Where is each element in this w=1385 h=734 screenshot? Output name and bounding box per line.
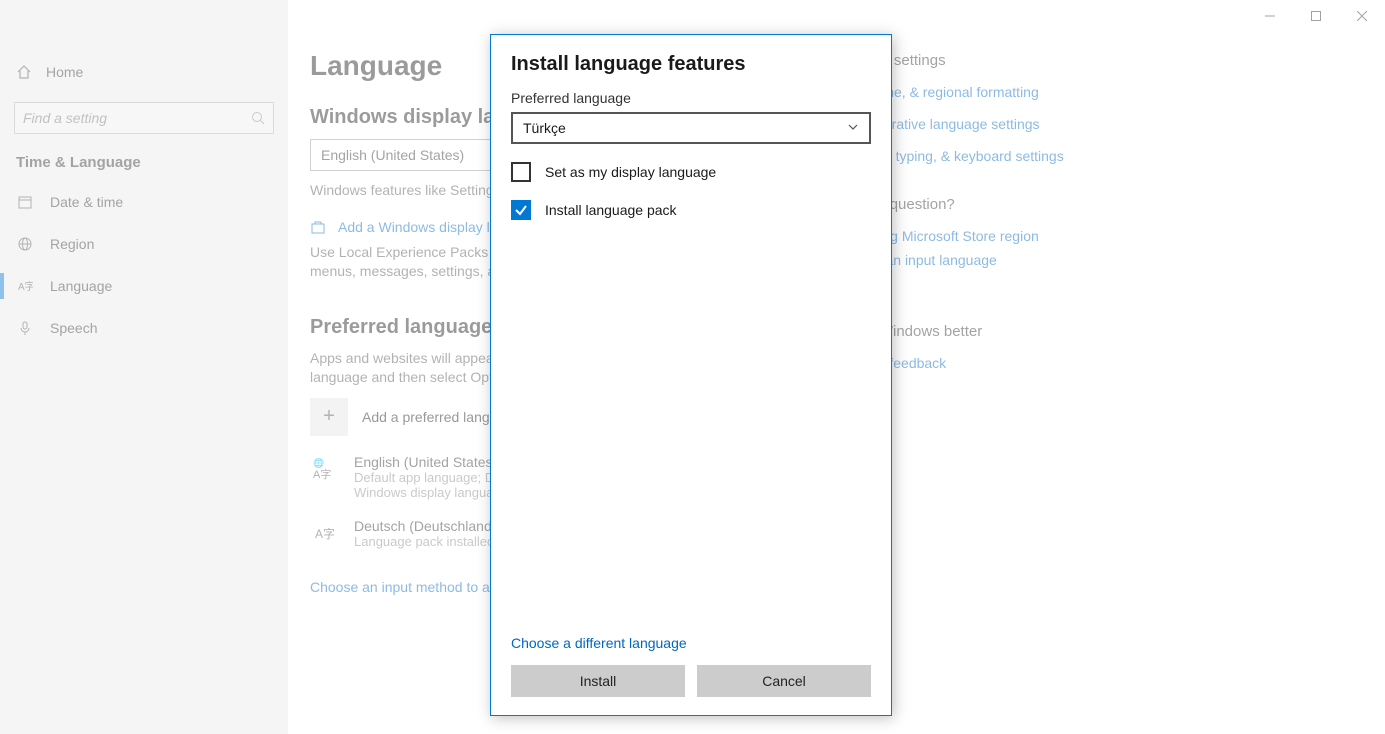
set-display-language-row[interactable]: Set as my display language — [511, 162, 871, 182]
checkbox-label: Install language pack — [545, 202, 677, 218]
install-button[interactable]: Install — [511, 665, 685, 697]
dialog-title: Install language features — [511, 53, 871, 76]
install-language-dialog: Install language features Preferred lang… — [490, 34, 892, 716]
cancel-button[interactable]: Cancel — [697, 665, 871, 697]
checkbox-label: Set as my display language — [545, 164, 716, 180]
install-language-pack-row[interactable]: Install language pack — [511, 200, 871, 220]
preferred-language-value: Türkçe — [523, 120, 566, 136]
chevron-down-icon — [847, 121, 859, 133]
preferred-language-select[interactable]: Türkçe — [511, 112, 871, 144]
checkbox-unchecked[interactable] — [511, 162, 531, 182]
choose-different-language-link[interactable]: Choose a different language — [511, 635, 871, 651]
preferred-language-label: Preferred language — [511, 90, 871, 106]
checkbox-checked[interactable] — [511, 200, 531, 220]
